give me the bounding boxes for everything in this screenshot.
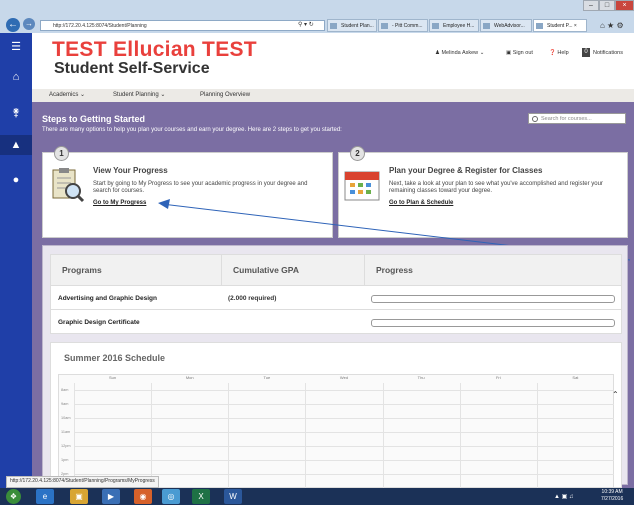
firefox-icon[interactable]: ◉ — [134, 489, 152, 504]
calendar-row-line — [74, 474, 614, 475]
programs-table-header — [50, 254, 622, 286]
calendar-day-header: Sun — [109, 375, 117, 380]
column-divider — [221, 254, 222, 286]
column-header-programs: Programs — [62, 265, 102, 275]
calendar-day-header: Tue — [263, 375, 271, 380]
windows-taskbar — [0, 488, 634, 505]
progress-bar — [371, 295, 615, 303]
status-bar-url: http://172.20.4.125:8074/Student/Plannin… — [6, 476, 159, 488]
calendar-time-label: 8am — [61, 388, 69, 392]
calendar-day-header: Mon — [185, 375, 194, 380]
calendar-row-line — [74, 460, 614, 461]
clock-date: 7/27/2016 — [601, 496, 624, 502]
calendar-row-line — [74, 432, 614, 433]
calendar-day-header: Thu — [417, 375, 425, 380]
calendar-day-header: Fri — [495, 375, 501, 380]
calendar-column-line — [228, 383, 230, 488]
calendar-time-label: 1pm — [61, 458, 69, 462]
calendar-time-label: 11am — [61, 430, 71, 434]
calendar-column-line — [459, 383, 461, 488]
program-name[interactable]: Advertising and Graphic Design — [58, 295, 157, 302]
schedule-calendar — [58, 374, 614, 488]
column-header-progress: Progress — [376, 265, 413, 275]
calendar-column-line — [151, 383, 153, 488]
calendar-column-line — [74, 383, 75, 488]
calendar-row-line — [74, 418, 614, 419]
schedule-title: Summer 2016 Schedule — [64, 353, 166, 363]
clock-time: 10:39 AM — [601, 489, 623, 495]
program-gpa: (2.000 required) — [228, 295, 277, 302]
chrome-icon[interactable]: ◎ — [162, 489, 180, 504]
calendar-time-label: 12pm — [61, 444, 71, 448]
file-explorer-icon[interactable]: ▣ — [70, 489, 88, 504]
column-header-gpa: Cumulative GPA — [233, 265, 299, 275]
ie-browser-icon[interactable]: e — [36, 489, 54, 504]
progress-bar — [371, 319, 615, 327]
calendar-column-line — [382, 383, 384, 488]
calendar-day-header: Wed — [339, 375, 349, 380]
calendar-column-line — [536, 383, 538, 488]
scroll-up-icon[interactable]: ⌃ — [612, 390, 619, 399]
program-name[interactable]: Graphic Design Certificate — [58, 319, 140, 326]
start-button-icon[interactable]: ❖ — [6, 489, 21, 504]
word-icon[interactable]: W — [224, 489, 242, 504]
calendar-day-header: Sat — [572, 375, 579, 380]
calendar-column-line — [305, 383, 307, 488]
media-player-icon[interactable]: ▶ — [102, 489, 120, 504]
calendar-row-line — [74, 390, 614, 391]
calendar-row-line — [74, 404, 614, 405]
taskbar-clock[interactable]: 10:39 AM 7/27/2016 — [601, 489, 623, 503]
excel-icon[interactable]: X — [192, 489, 210, 504]
column-divider — [364, 254, 365, 286]
system-tray-icons[interactable]: ▲ ▣ ♫ — [554, 493, 573, 500]
calendar-time-label: 10am — [61, 416, 71, 420]
calendar-row-line — [74, 446, 614, 447]
calendar-time-label: 9am — [61, 402, 69, 406]
